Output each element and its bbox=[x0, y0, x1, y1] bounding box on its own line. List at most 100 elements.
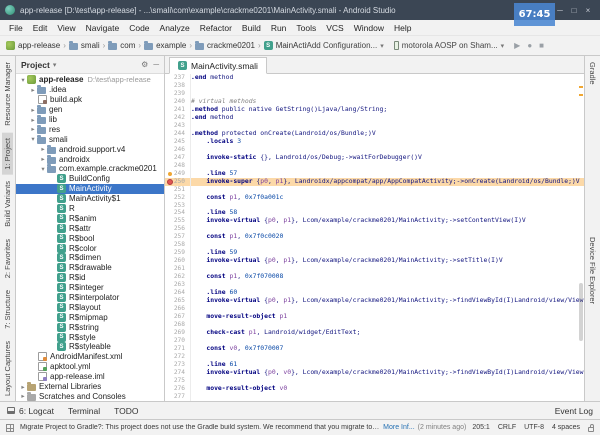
line-number[interactable]: 277 bbox=[165, 393, 191, 401]
editor[interactable]: 237.end method238239240# virtual methods… bbox=[165, 74, 584, 401]
chevron-right-icon[interactable]: ▸ bbox=[39, 145, 47, 153]
code-text[interactable]: const p1, 0x7f0a001c bbox=[191, 194, 584, 202]
line-number[interactable]: 244 bbox=[165, 130, 191, 138]
code-text[interactable]: .line 57 bbox=[191, 170, 584, 178]
chevron-down-icon[interactable]: ▾ bbox=[39, 165, 47, 173]
menu-item-vcs[interactable]: VCS bbox=[321, 23, 348, 33]
menu-item-edit[interactable]: Edit bbox=[28, 23, 53, 33]
line-number[interactable]: 263 bbox=[165, 281, 191, 289]
line-number[interactable]: 256 bbox=[165, 225, 191, 233]
code-text[interactable]: invoke-virtual {p0, p1}, Lcom/example/cr… bbox=[191, 257, 584, 265]
project-tree-item-mainactivity[interactable]: MainActivity bbox=[16, 184, 164, 194]
code-text[interactable]: check-cast p1, Landroid/widget/EditText; bbox=[191, 329, 584, 337]
editor-scrollbar[interactable] bbox=[579, 283, 583, 341]
line-number[interactable]: 247 bbox=[165, 154, 191, 162]
code-text[interactable] bbox=[191, 393, 584, 401]
file-encoding[interactable]: UTF-8 bbox=[524, 424, 544, 431]
line-number[interactable]: 245 bbox=[165, 138, 191, 146]
project-tree-item-r-drawable[interactable]: R$drawable bbox=[16, 263, 164, 273]
code-text[interactable] bbox=[191, 82, 584, 90]
code-text[interactable] bbox=[191, 146, 584, 154]
menu-item-help[interactable]: Help bbox=[389, 23, 416, 33]
line-number[interactable]: 271 bbox=[165, 345, 191, 353]
breakpoint-icon[interactable] bbox=[167, 179, 173, 185]
code-text[interactable] bbox=[191, 305, 584, 313]
menu-item-build[interactable]: Build bbox=[237, 23, 266, 33]
tool-stripe-item-gradle[interactable]: Gradle bbox=[587, 57, 598, 90]
project-tree-item-r-interpolator[interactable]: R$interpolator bbox=[16, 293, 164, 303]
project-panel-title[interactable]: Project bbox=[21, 60, 50, 70]
line-number[interactable]: 255 bbox=[165, 217, 191, 225]
menu-item-view[interactable]: View bbox=[52, 23, 80, 33]
project-tree-item-androidmanifest-xml[interactable]: AndroidManifest.xml bbox=[16, 352, 164, 362]
code-text[interactable]: move-result-object v0 bbox=[191, 385, 584, 393]
editor-tab-mainactivity-smali[interactable]: MainActivity.smali bbox=[169, 57, 267, 74]
tool-tab-terminal[interactable]: Terminal bbox=[68, 406, 100, 416]
line-number[interactable]: 242 bbox=[165, 114, 191, 122]
code-text[interactable] bbox=[191, 225, 584, 233]
project-tree-item-app-release-iml[interactable]: app-release.iml bbox=[16, 372, 164, 382]
line-number[interactable]: 248 bbox=[165, 162, 191, 170]
line-number[interactable]: 273 bbox=[165, 361, 191, 369]
line-number[interactable]: 260 bbox=[165, 257, 191, 265]
code-text[interactable]: invoke-virtual {p0, p1}, Lcom/example/cr… bbox=[191, 217, 584, 225]
caret-position[interactable]: 205:1 bbox=[472, 424, 490, 431]
more-info-link[interactable]: More Inf... bbox=[383, 424, 415, 431]
error-stripe-mark[interactable] bbox=[579, 94, 583, 96]
project-tree-item-res[interactable]: ▸res bbox=[16, 124, 164, 134]
code-text[interactable] bbox=[191, 281, 584, 289]
line-number[interactable]: 250 bbox=[165, 178, 191, 186]
project-tree-item-com-example-crackme0201[interactable]: ▾com.example.crackme0201 bbox=[16, 164, 164, 174]
project-tree-item-r-string[interactable]: R$string bbox=[16, 322, 164, 332]
code-text[interactable] bbox=[191, 377, 584, 385]
code-text[interactable] bbox=[191, 337, 584, 345]
project-tree-item-r-attr[interactable]: R$attr bbox=[16, 223, 164, 233]
project-tree-item-external-libraries[interactable]: ▸External Libraries bbox=[16, 382, 164, 392]
code-text[interactable] bbox=[191, 265, 584, 273]
device-select[interactable]: motorola AOSP on Sham... ▾ bbox=[394, 41, 504, 50]
chevron-right-icon[interactable]: ▸ bbox=[39, 155, 47, 163]
chevron-right-icon[interactable]: ▸ bbox=[29, 116, 37, 124]
tool-stripe-item-layout-captures[interactable]: Layout Captures bbox=[2, 336, 13, 401]
tool-tab-6-logcat[interactable]: 6: Logcat bbox=[7, 406, 54, 416]
project-tree-item-r-color[interactable]: R$color bbox=[16, 243, 164, 253]
tool-tab-event-log[interactable]: Event Log bbox=[555, 406, 593, 416]
line-number[interactable]: 259 bbox=[165, 249, 191, 257]
code-text[interactable] bbox=[191, 162, 584, 170]
chevron-down-icon[interactable]: ▾ bbox=[53, 61, 57, 69]
hide-panel-icon[interactable]: ─ bbox=[153, 60, 159, 69]
stop-icon[interactable]: ■ bbox=[539, 41, 544, 50]
breadcrumb-item-app-release[interactable]: app-release bbox=[6, 41, 60, 50]
tool-tab-todo[interactable]: TODO bbox=[114, 406, 138, 416]
code-text[interactable]: .end method bbox=[191, 114, 584, 122]
chevron-right-icon[interactable]: ▸ bbox=[19, 383, 27, 391]
menu-item-window[interactable]: Window bbox=[349, 23, 389, 33]
code-text[interactable]: .end method bbox=[191, 74, 584, 82]
line-number[interactable]: 241 bbox=[165, 106, 191, 114]
tool-stripe-item-resource-manager[interactable]: Resource Manager bbox=[2, 57, 13, 131]
maximize-button[interactable]: □ bbox=[567, 2, 581, 18]
line-number[interactable]: 269 bbox=[165, 329, 191, 337]
code-text[interactable]: invoke-virtual {p0, p1}, Lcom/example/cr… bbox=[191, 297, 584, 305]
readonly-lock-icon[interactable] bbox=[588, 427, 594, 432]
project-tree-item-gen[interactable]: ▸gen bbox=[16, 105, 164, 115]
tool-stripe-item-device-file-explorer[interactable]: Device File Explorer bbox=[587, 232, 598, 309]
code-text[interactable] bbox=[191, 321, 584, 329]
tool-stripe-item-7-structure[interactable]: 7: Structure bbox=[2, 285, 13, 334]
line-number[interactable]: 254 bbox=[165, 209, 191, 217]
code-text[interactable] bbox=[191, 353, 584, 361]
project-tree-item-r-id[interactable]: R$id bbox=[16, 273, 164, 283]
line-number[interactable]: 262 bbox=[165, 273, 191, 281]
breadcrumb-item-com[interactable]: com bbox=[108, 41, 135, 50]
line-number[interactable]: 274 bbox=[165, 369, 191, 377]
code-text[interactable] bbox=[191, 122, 584, 130]
line-number[interactable]: 237 bbox=[165, 74, 191, 82]
code-text[interactable]: .line 59 bbox=[191, 249, 584, 257]
tool-stripe-item-build-variants[interactable]: Build Variants bbox=[2, 176, 13, 232]
line-number[interactable]: 265 bbox=[165, 297, 191, 305]
menu-item-analyze[interactable]: Analyze bbox=[155, 23, 195, 33]
code-text[interactable]: .line 61 bbox=[191, 361, 584, 369]
project-tree-item-idea[interactable]: ▸.idea bbox=[16, 85, 164, 95]
indent-setting[interactable]: 4 spaces bbox=[552, 424, 580, 431]
code-text[interactable]: .locals 3 bbox=[191, 138, 584, 146]
